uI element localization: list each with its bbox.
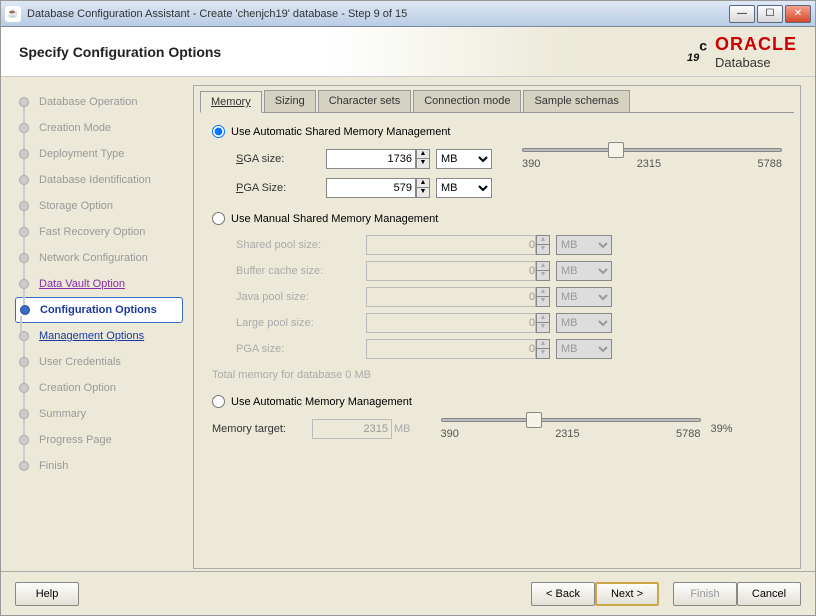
sidebar-step-4: Storage Option bbox=[19, 193, 183, 219]
footer: Help < Back Next > Finish Cancel bbox=[1, 571, 815, 615]
shared_pool-unit: MB bbox=[556, 235, 612, 255]
large_pool-input bbox=[366, 313, 536, 333]
next-button[interactable]: Next > bbox=[595, 582, 659, 606]
java_pool-label: Java pool size: bbox=[236, 291, 366, 303]
minimize-button[interactable]: — bbox=[729, 5, 755, 23]
sidebar-step-5: Fast Recovery Option bbox=[19, 219, 183, 245]
radio-auto-label: Use Automatic Memory Management bbox=[231, 396, 412, 408]
total-memory-label: Total memory for database 0 MB bbox=[212, 369, 782, 381]
sidebar-step-3: Database Identification bbox=[19, 167, 183, 193]
titlebar: ☕ Database Configuration Assistant - Cre… bbox=[1, 1, 815, 27]
sidebar-step-8: Configuration Options bbox=[15, 297, 183, 323]
sidebar-step-7[interactable]: Data Vault Option bbox=[19, 271, 183, 297]
pga-label: PGA size: bbox=[236, 343, 366, 355]
logo: 19c ORACLE Database bbox=[687, 34, 797, 70]
pga-label: PGA Size: bbox=[236, 182, 326, 194]
tab-memory[interactable]: Memory bbox=[200, 91, 262, 113]
radio-auto-shared-label: Use Automatic Shared Memory Management bbox=[231, 126, 451, 138]
help-button[interactable]: Help bbox=[15, 582, 79, 606]
sidebar-step-9[interactable]: Management Options bbox=[19, 323, 183, 349]
pga-input bbox=[366, 339, 536, 359]
shared_pool-label: Shared pool size: bbox=[236, 239, 366, 251]
large_pool-label: Large pool size: bbox=[236, 317, 366, 329]
memory-target-input bbox=[312, 419, 392, 439]
sga-label: SGA size: bbox=[236, 153, 326, 165]
header: Specify Configuration Options 19c ORACLE… bbox=[1, 27, 815, 77]
sidebar-step-10: User Credentials bbox=[19, 349, 183, 375]
sidebar-step-0: Database Operation bbox=[19, 89, 183, 115]
tab-character-sets[interactable]: Character sets bbox=[318, 90, 412, 112]
sidebar-step-13: Progress Page bbox=[19, 427, 183, 453]
sga-input[interactable] bbox=[326, 149, 416, 169]
sga-spinner[interactable]: ▲▼ bbox=[416, 149, 430, 169]
sga-unit[interactable]: MB bbox=[436, 149, 492, 169]
pga-unit[interactable]: MB bbox=[436, 178, 492, 198]
radio-auto[interactable] bbox=[212, 395, 225, 408]
pga-spinner: ▲▼ bbox=[536, 339, 550, 359]
sidebar-step-14: Finish bbox=[19, 453, 183, 479]
buffer_cache-input bbox=[366, 261, 536, 281]
large_pool-unit: MB bbox=[556, 313, 612, 333]
sidebar-step-2: Deployment Type bbox=[19, 141, 183, 167]
sga-slider[interactable] bbox=[522, 148, 782, 152]
buffer_cache-label: Buffer cache size: bbox=[236, 265, 366, 277]
pga-spinner[interactable]: ▲▼ bbox=[416, 178, 430, 198]
memory-target-percent: 39% bbox=[711, 423, 733, 435]
sidebar-step-1: Creation Mode bbox=[19, 115, 183, 141]
buffer_cache-spinner: ▲▼ bbox=[536, 261, 550, 281]
finish-button: Finish bbox=[673, 582, 737, 606]
large_pool-spinner: ▲▼ bbox=[536, 313, 550, 333]
close-button[interactable]: ✕ bbox=[785, 5, 811, 23]
pga-input[interactable] bbox=[326, 178, 416, 198]
shared_pool-input bbox=[366, 235, 536, 255]
radio-auto-shared[interactable] bbox=[212, 125, 225, 138]
maximize-button[interactable]: ☐ bbox=[757, 5, 783, 23]
radio-manual-label: Use Manual Shared Memory Management bbox=[231, 213, 438, 225]
sidebar-step-6: Network Configuration bbox=[19, 245, 183, 271]
buffer_cache-unit: MB bbox=[556, 261, 612, 281]
tab-connection-mode[interactable]: Connection mode bbox=[413, 90, 521, 112]
window-title: Database Configuration Assistant - Creat… bbox=[27, 8, 729, 20]
tab-sizing[interactable]: Sizing bbox=[264, 90, 316, 112]
memory-target-label: Memory target: bbox=[212, 423, 312, 435]
tab-sample-schemas[interactable]: Sample schemas bbox=[523, 90, 629, 112]
app-icon: ☕ bbox=[5, 6, 21, 22]
java_pool-unit: MB bbox=[556, 287, 612, 307]
back-button[interactable]: < Back bbox=[531, 582, 595, 606]
tabs: Memory Sizing Character sets Connection … bbox=[194, 86, 800, 112]
shared_pool-spinner: ▲▼ bbox=[536, 235, 550, 255]
sidebar-step-11: Creation Option bbox=[19, 375, 183, 401]
sidebar: Database OperationCreation ModeDeploymen… bbox=[1, 77, 193, 571]
cancel-button[interactable]: Cancel bbox=[737, 582, 801, 606]
radio-manual[interactable] bbox=[212, 212, 225, 225]
java_pool-spinner: ▲▼ bbox=[536, 287, 550, 307]
pga-unit: MB bbox=[556, 339, 612, 359]
sidebar-step-12: Summary bbox=[19, 401, 183, 427]
page-title: Specify Configuration Options bbox=[19, 44, 687, 60]
java_pool-input bbox=[366, 287, 536, 307]
memory-target-slider bbox=[441, 418, 701, 422]
